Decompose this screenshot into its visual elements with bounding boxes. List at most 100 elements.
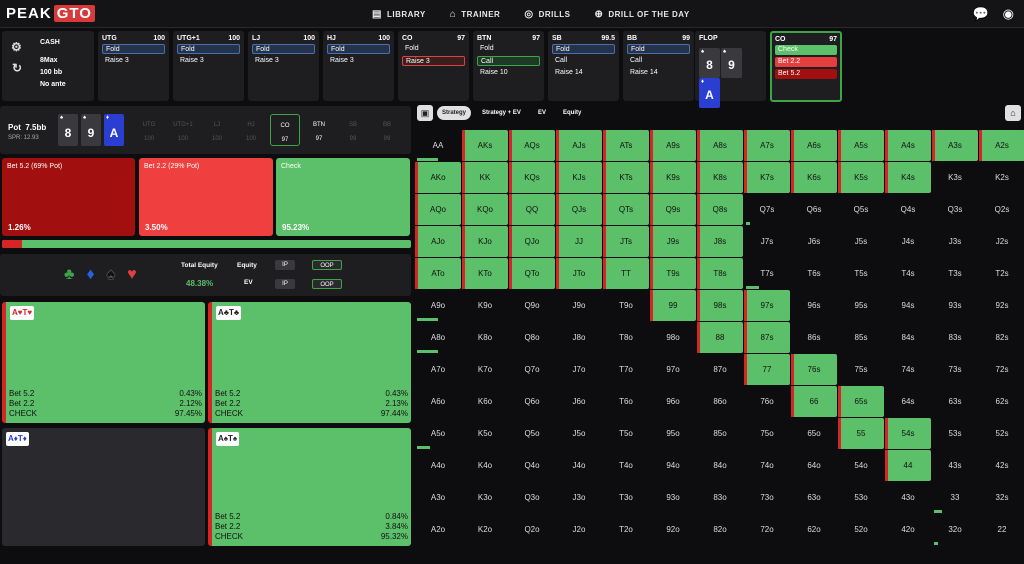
matrix-cell[interactable]: A2s <box>979 130 1024 161</box>
seat-lj[interactable]: LJ 100 <box>202 114 232 146</box>
matrix-cell[interactable]: 86o <box>697 386 743 417</box>
matrix-cell[interactable]: 82o <box>697 514 743 545</box>
current-action[interactable]: Bet 2.2 <box>775 57 837 67</box>
matrix-cell[interactable]: K9s <box>650 162 696 193</box>
matrix-cell[interactable]: A6o <box>415 386 461 417</box>
matrix-cell[interactable]: 73s <box>932 354 978 385</box>
matrix-cell[interactable]: 75o <box>744 418 790 449</box>
matrix-cell[interactable]: 94s <box>885 290 931 321</box>
hearts-icon[interactable]: ♥ <box>127 266 137 284</box>
matrix-cell[interactable]: 44 <box>885 450 931 481</box>
matrix-cell[interactable]: Q9s <box>650 194 696 225</box>
position-box-utg[interactable]: UTG 100 Fold Raise 3 <box>98 31 169 101</box>
nav-trainer[interactable]: ⌂ TRAINER <box>450 9 501 20</box>
matrix-cell[interactable]: Q8o <box>509 322 555 353</box>
position-action[interactable]: Raise 14 <box>552 68 615 78</box>
matrix-cell[interactable]: T4s <box>885 258 931 289</box>
matrix-cell[interactable]: KQs <box>509 162 555 193</box>
nav-drill-of-the-day[interactable]: ⊕ DRILL OF THE DAY <box>594 9 689 20</box>
matrix-cell[interactable]: K2o <box>462 514 508 545</box>
matrix-cell[interactable]: K7s <box>744 162 790 193</box>
matrix-cell[interactable]: T6o <box>603 386 649 417</box>
matrix-cell[interactable]: 64s <box>885 386 931 417</box>
tab-equity[interactable]: Equity <box>558 106 586 120</box>
matrix-cell[interactable]: 88 <box>697 322 743 353</box>
matrix-cell[interactable]: 96o <box>650 386 696 417</box>
matrix-cell[interactable]: K4o <box>462 450 508 481</box>
user-icon[interactable]: ◉ <box>1003 6 1014 22</box>
matrix-cell[interactable]: T4o <box>603 450 649 481</box>
bet-option-2[interactable]: Check 95.23% <box>276 158 410 236</box>
matrix-cell[interactable]: T7s <box>744 258 790 289</box>
matrix-cell[interactable]: 66 <box>791 386 837 417</box>
matrix-cell[interactable]: 98o <box>650 322 696 353</box>
matrix-cell[interactable]: T7o <box>603 354 649 385</box>
current-action[interactable]: Check <box>775 45 837 55</box>
layout-icon[interactable]: ▣ <box>417 105 433 121</box>
equity-oop-toggle[interactable]: OOP <box>312 260 342 270</box>
refresh-icon[interactable]: ↻ <box>12 61 22 75</box>
logo[interactable]: PEAK GTO <box>6 5 95 22</box>
position-action[interactable]: Raise 3 <box>252 56 315 66</box>
matrix-cell[interactable]: 64o <box>791 450 837 481</box>
matrix-cell[interactable]: Q6s <box>791 194 837 225</box>
matrix-cell[interactable]: J8o <box>556 322 602 353</box>
matrix-cell[interactable]: 92o <box>650 514 696 545</box>
matrix-cell[interactable]: 74s <box>885 354 931 385</box>
matrix-cell[interactable]: QTo <box>509 258 555 289</box>
chat-icon[interactable]: 💬 <box>972 6 988 22</box>
position-action[interactable]: Fold <box>327 44 390 54</box>
matrix-cell[interactable]: J5s <box>838 226 884 257</box>
matrix-cell[interactable]: Q5o <box>509 418 555 449</box>
matrix-cell[interactable]: AQs <box>509 130 555 161</box>
matrix-cell[interactable]: TT <box>603 258 649 289</box>
nav-drills[interactable]: ◎ DRILLS <box>524 9 570 20</box>
bet-option-0[interactable]: Bet 5.2 (69% Pot) 1.26% <box>2 158 135 236</box>
seat-hj[interactable]: HJ 100 <box>236 114 266 146</box>
seat-co[interactable]: CO 97 <box>270 114 300 146</box>
tab-ev[interactable]: EV <box>533 106 551 120</box>
matrix-cell[interactable]: T5s <box>838 258 884 289</box>
matrix-cell[interactable]: A7s <box>744 130 790 161</box>
matrix-cell[interactable]: J3o <box>556 482 602 513</box>
position-action[interactable]: Call <box>477 56 540 66</box>
matrix-cell[interactable]: J7s <box>744 226 790 257</box>
matrix-cell[interactable]: A2o <box>415 514 461 545</box>
matrix-cell[interactable]: K3s <box>932 162 978 193</box>
matrix-cell[interactable]: 85o <box>697 418 743 449</box>
matrix-cell[interactable]: J9o <box>556 290 602 321</box>
bet-option-1[interactable]: Bet 2.2 (29% Pot) 3.50% <box>139 158 273 236</box>
matrix-cell[interactable]: T5o <box>603 418 649 449</box>
matrix-cell[interactable]: 43o <box>885 482 931 513</box>
matrix-cell[interactable]: Q7o <box>509 354 555 385</box>
matrix-cell[interactable]: 63o <box>791 482 837 513</box>
position-box-sb[interactable]: SB 99.5 Fold Call Raise 14 <box>548 31 619 101</box>
matrix-cell[interactable]: 42o <box>885 514 931 545</box>
position-action[interactable]: Raise 3 <box>327 56 390 66</box>
position-action[interactable]: Call <box>552 56 615 66</box>
position-action[interactable]: Call <box>627 56 690 66</box>
matrix-cell[interactable]: 55 <box>838 418 884 449</box>
clubs-icon[interactable]: ♣ <box>64 266 75 284</box>
gamepad-icon[interactable]: ⌂ <box>1005 105 1021 121</box>
matrix-cell[interactable]: 62o <box>791 514 837 545</box>
position-box-btn[interactable]: BTN 97 Fold Call Raise 10 <box>473 31 544 101</box>
matrix-cell[interactable]: 87o <box>697 354 743 385</box>
matrix-cell[interactable]: AKs <box>462 130 508 161</box>
position-action[interactable]: Raise 14 <box>627 68 690 78</box>
matrix-cell[interactable]: 83o <box>697 482 743 513</box>
matrix-cell[interactable]: AQo <box>415 194 461 225</box>
ev-oop-toggle[interactable]: OOP <box>312 279 342 289</box>
matrix-cell[interactable]: 65o <box>791 418 837 449</box>
seat-utg+1[interactable]: UTG+1 100 <box>168 114 198 146</box>
matrix-cell[interactable]: KTo <box>462 258 508 289</box>
matrix-cell[interactable]: QJo <box>509 226 555 257</box>
matrix-cell[interactable]: Q4s <box>885 194 931 225</box>
matrix-cell[interactable]: K8o <box>462 322 508 353</box>
matrix-cell[interactable]: 96s <box>791 290 837 321</box>
matrix-cell[interactable]: K6s <box>791 162 837 193</box>
matrix-cell[interactable]: K5s <box>838 162 884 193</box>
matrix-cell[interactable]: T2o <box>603 514 649 545</box>
matrix-cell[interactable]: QTs <box>603 194 649 225</box>
seat-utg[interactable]: UTG 100 <box>134 114 164 146</box>
